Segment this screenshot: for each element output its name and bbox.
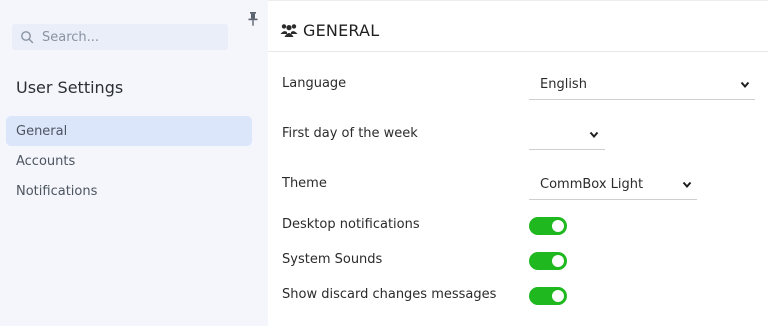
desktop-notifications-label: Desktop notifications <box>282 217 420 232</box>
page-title: GENERAL <box>303 21 380 40</box>
sidebar-item-accounts[interactable]: Accounts <box>6 146 252 176</box>
toggle-knob <box>552 255 564 267</box>
search-input[interactable]: Search... <box>42 30 99 45</box>
theme-select[interactable]: CommBox Light <box>529 170 697 200</box>
pin-icon[interactable] <box>247 12 259 26</box>
first-day-label: First day of the week <box>282 126 418 141</box>
sidebar: Search... User Settings General Accounts… <box>0 0 268 326</box>
system-sounds-toggle[interactable] <box>529 252 567 270</box>
chevron-down-icon <box>740 81 750 89</box>
search-icon <box>21 31 34 44</box>
language-select[interactable]: English <box>529 70 755 100</box>
language-label: Language <box>282 76 347 91</box>
sidebar-item-label: Notifications <box>16 183 98 199</box>
discard-messages-toggle[interactable] <box>529 287 567 305</box>
chevron-down-icon <box>589 131 599 139</box>
discard-messages-label: Show discard changes messages <box>282 287 497 302</box>
desktop-notifications-toggle[interactable] <box>529 217 567 235</box>
toggle-knob <box>552 220 564 232</box>
users-icon <box>280 24 298 37</box>
sidebar-item-general[interactable]: General <box>6 116 252 146</box>
search-box[interactable]: Search... <box>12 24 228 50</box>
user-settings-title: User Settings <box>16 78 124 97</box>
main-panel: GENERAL Language English First day of th… <box>268 0 768 326</box>
language-value: English <box>540 77 587 92</box>
sidebar-item-label: General <box>16 123 68 139</box>
sidebar-item-label: Accounts <box>16 153 76 169</box>
chevron-down-icon <box>682 181 692 189</box>
sidebar-item-notifications[interactable]: Notifications <box>6 176 252 206</box>
first-day-select[interactable] <box>529 120 605 150</box>
section-header: GENERAL <box>268 0 768 52</box>
system-sounds-label: System Sounds <box>282 252 383 267</box>
theme-label: Theme <box>282 176 327 191</box>
theme-value: CommBox Light <box>540 177 644 192</box>
toggle-knob <box>552 290 564 302</box>
